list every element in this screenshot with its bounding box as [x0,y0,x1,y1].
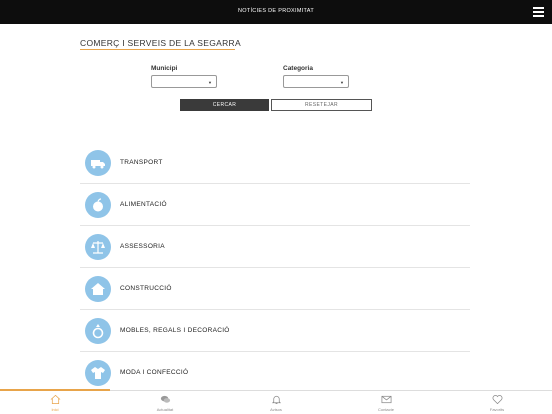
tab-label: Inici [51,407,59,412]
hamburger-menu-icon[interactable] [533,7,544,17]
municipi-label: Municipi [151,65,178,72]
page-title: COMERÇ I SERVEIS DE LA SEGARRA [80,38,241,48]
apple-icon [85,192,111,218]
categoria-select[interactable]: ▼ [283,75,349,88]
category-label: MOBLES, REGALS I DECORACIÓ [120,327,230,334]
tab-inici[interactable]: Inici [0,394,110,412]
ring-icon [85,318,111,344]
tab-avisos[interactable]: Avisos [221,394,331,412]
category-item-moda[interactable]: MODA I CONFECCIÓ [80,352,470,394]
category-item-assessoria[interactable]: ASSESSORIA [80,226,470,268]
header-title: NOTÍCIES DE PROXIMITAT [237,8,315,14]
title-underline [80,49,235,50]
tab-actualitat[interactable]: Actualitat [110,394,220,412]
category-label: TRANSPORT [120,159,163,166]
tab-contacte[interactable]: Contacte [331,394,441,412]
category-item-construccio[interactable]: CONSTRUCCIÓ [80,268,470,310]
tab-favorits[interactable]: Favorits [442,394,552,412]
category-item-mobles[interactable]: MOBLES, REGALS I DECORACIÓ [80,310,470,352]
reset-button[interactable]: RESETEJAR [271,99,372,111]
house-icon [85,276,111,302]
truck-icon [85,150,111,176]
bottom-tab-bar: Inici Actualitat Avisos Contacte Favorit… [0,389,552,414]
bell-icon [271,395,281,404]
category-label: MODA I CONFECCIÓ [120,369,189,376]
home-icon [50,394,60,404]
tab-label: Actualitat [156,407,174,412]
municipi-select[interactable]: ▼ [151,75,217,88]
category-label: ASSESSORIA [120,243,165,250]
shirt-icon [85,360,111,386]
category-label: ALIMENTACIÓ [120,201,167,208]
categoria-label: Categoria [283,65,313,72]
tab-label: Avisos [270,407,282,412]
chevron-down-icon: ▼ [340,80,344,85]
top-bar: NOTÍCIES DE PROXIMITAT [0,0,552,24]
chat-icon [160,395,170,403]
category-item-alimentacio[interactable]: ALIMENTACIÓ [80,184,470,226]
heart-icon [492,395,502,405]
chevron-down-icon: ▼ [208,80,212,85]
search-button[interactable]: CERCAR [180,99,269,111]
category-label: CONSTRUCCIÓ [120,285,172,292]
tab-label: Contacte [377,407,394,412]
scales-icon [85,234,111,260]
mail-icon [381,395,391,404]
category-item-transport[interactable]: TRANSPORT [80,142,470,184]
tab-label: Favorits [489,407,505,412]
active-tab-indicator [0,389,110,391]
